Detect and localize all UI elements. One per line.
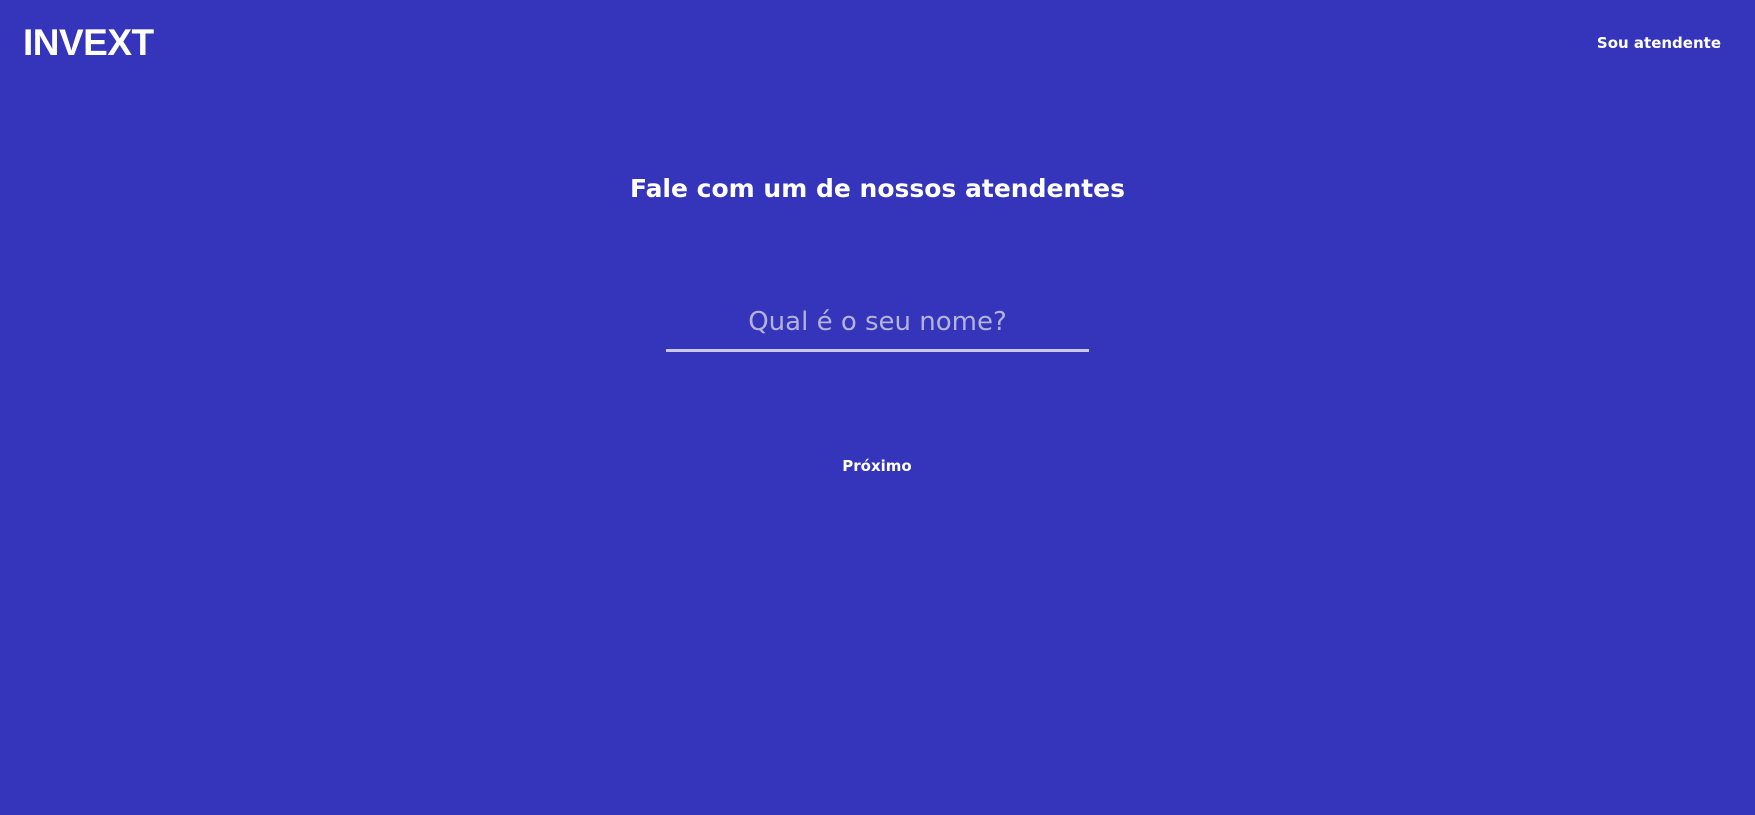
header: INVEXT Sou atendente [0, 0, 1755, 90]
next-button[interactable]: Próximo [827, 453, 927, 479]
page-title: Fale com um de nossos atendentes [629, 174, 1126, 203]
logo: INVEXT [23, 22, 154, 63]
name-input[interactable] [666, 302, 1089, 352]
agent-login-link[interactable]: Sou atendente [1597, 33, 1721, 53]
